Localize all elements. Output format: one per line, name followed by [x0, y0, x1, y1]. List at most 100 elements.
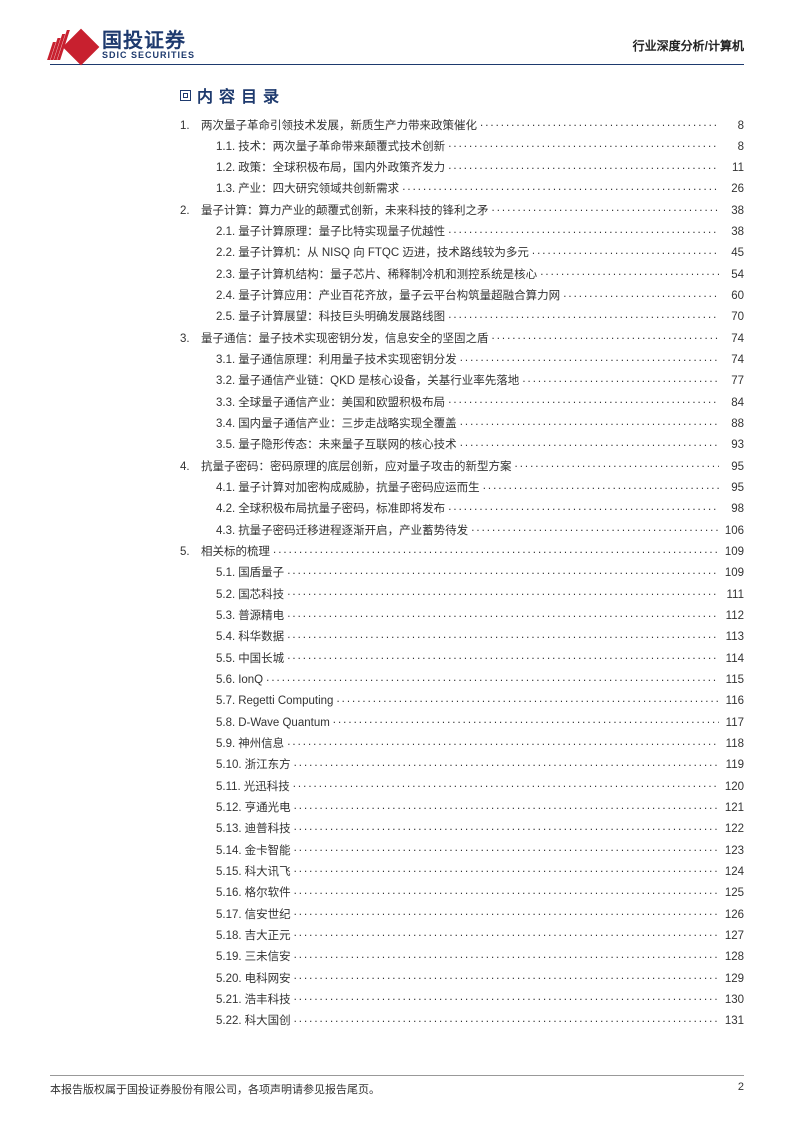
toc-leader-dots — [287, 629, 719, 641]
toc-entry-page: 98 — [722, 503, 744, 516]
toc-entry-page: 54 — [722, 269, 744, 282]
toc-entry[interactable]: 5.17.信安世纪126 — [216, 906, 744, 921]
toc-entry[interactable]: 5.1.国盾量子109 — [216, 565, 744, 580]
toc-entry-text: 光迅科技 — [244, 781, 290, 794]
toc-leader-dots — [294, 991, 719, 1003]
toc-entry[interactable]: 5.2.国芯科技111 — [216, 586, 744, 601]
toc-entry-number: 5.17. — [216, 909, 242, 922]
toc-entry-number: 1.2. — [216, 162, 235, 175]
toc-entry[interactable]: 5.21.浩丰科技 130 — [216, 991, 744, 1006]
toc-entry[interactable]: 4.抗量子密码：密码原理的底层创新，应对量子攻击的新型方案95 — [180, 458, 744, 473]
toc-entry-text: 量子计算原理：量子比特实现量子优越性 — [238, 226, 445, 239]
toc-entry[interactable]: 1.3.产业：四大研究领域共创新需求26 — [216, 181, 744, 196]
toc-leader-dots — [448, 309, 719, 321]
toc-entry[interactable]: 5.11.光迅科技120 — [216, 778, 744, 793]
toc-entry[interactable]: 5.4.科华数据113 — [216, 629, 744, 644]
toc-entry-text: 政策：全球积极布局，国内外政策齐发力 — [238, 162, 445, 175]
toc-entry[interactable]: 5.13.迪普科技122 — [216, 821, 744, 836]
toc-entry[interactable]: 5.18.吉大正元127 — [216, 927, 744, 942]
toc-entry-text: 量子计算展望：科技巨头明确发展路线图 — [238, 311, 445, 324]
toc-entry-number: 5.19. — [216, 951, 242, 964]
toc-entry-page: 123 — [722, 845, 744, 858]
toc-entry[interactable]: 2.3.量子计算机结构：量子芯片、稀释制冷机和测控系统是核心54 — [216, 266, 744, 281]
toc-entry[interactable]: 2.4.量子计算应用：产业百花齐放，量子云平台构筑量超融合算力网60 — [216, 288, 744, 303]
toc-leader-dots — [336, 693, 719, 705]
toc-entry[interactable]: 3.3.全球量子通信产业：美国和欧盟积极布局84 — [216, 394, 744, 409]
toc-leader-dots — [402, 181, 719, 193]
toc-entry-text: 迪普科技 — [245, 823, 291, 836]
toc-leader-dots — [460, 416, 719, 428]
toc-leader-dots — [448, 501, 719, 513]
toc-entry[interactable]: 5.16.格尔软件125 — [216, 885, 744, 900]
toc-leader-dots — [287, 586, 719, 598]
toc-leader-dots — [266, 672, 719, 684]
toc-entry-page: 93 — [722, 439, 744, 452]
toc-entry[interactable]: 5.8.D-Wave Quantum117 — [216, 714, 744, 729]
toc-entry[interactable]: 5.5.中国长城114 — [216, 650, 744, 665]
toc-leader-dots — [294, 885, 719, 897]
toc-entry[interactable]: 5.6.IonQ115 — [216, 672, 744, 687]
toc-entry[interactable]: 2.5.量子计算展望：科技巨头明确发展路线图70 — [216, 309, 744, 324]
toc-entry-text: 抗量子密码：密码原理的底层创新，应对量子攻击的新型方案 — [201, 461, 512, 474]
toc-entry[interactable]: 3.4.国内量子通信产业：三步走战略实现全覆盖88 — [216, 416, 744, 431]
logo-text: 国投证券 SDIC SECURITIES — [102, 31, 195, 60]
toc-leader-dots — [483, 480, 719, 492]
toc-entry[interactable]: 5.3.普源精电112 — [216, 608, 744, 623]
toc-entry[interactable]: 1.2.政策：全球积极布局，国内外政策齐发力11 — [216, 160, 744, 175]
toc-entry[interactable]: 3.5.量子隐形传态：未来量子互联网的核心技术93 — [216, 437, 744, 452]
toc-leader-dots — [294, 757, 719, 769]
toc-entry[interactable]: 5.15.科大讯飞124 — [216, 863, 744, 878]
toc-entry-page: 112 — [722, 610, 744, 623]
toc-entry[interactable]: 5.14.金卡智能123 — [216, 842, 744, 857]
toc-entry[interactable]: 5.10.浙江东方119 — [216, 757, 744, 772]
toc-entry[interactable]: 2.量子计算：算力产业的颠覆式创新，未来科技的锋利之矛38 — [180, 202, 744, 217]
toc-entry-number: 5.22. — [216, 1015, 242, 1028]
toc-entry-number: 2.1. — [216, 226, 235, 239]
toc-entry-text: D-Wave Quantum — [238, 717, 330, 730]
toc-entry-number: 2. — [180, 205, 198, 218]
toc-entry-page: 117 — [722, 717, 744, 730]
toc-entry-number: 2.3. — [216, 269, 235, 282]
company-logo: 国投证券 SDIC SECURITIES — [50, 30, 195, 60]
toc-entry-number: 5.21. — [216, 994, 242, 1007]
toc-entry-page: 113 — [722, 631, 744, 644]
toc-entry[interactable]: 5.7.Regetti Computing116 — [216, 693, 744, 708]
toc-entry-text: 相关标的梳理 — [201, 546, 270, 559]
toc-entry[interactable]: 3.2.量子通信产业链：QKD 是核心设备，关基行业率先落地77 — [216, 373, 744, 388]
toc-entry-page: 88 — [722, 418, 744, 431]
toc-entry-page: 95 — [722, 482, 744, 495]
toc-entry[interactable]: 2.1.量子计算原理：量子比特实现量子优越性38 — [216, 224, 744, 239]
toc-entry[interactable]: 3.1.量子通信原理：利用量子技术实现密钥分发74 — [216, 352, 744, 367]
toc-entry[interactable]: 1.两次量子革命引领技术发展，新质生产力带来政策催化8 — [180, 117, 744, 132]
toc-entry-page: 128 — [722, 951, 744, 964]
toc-title-text: 内容目录 — [197, 83, 285, 107]
toc-entry[interactable]: 5.12.亨通光电121 — [216, 800, 744, 815]
toc-entry[interactable]: 4.2.全球积极布局抗量子密码，标准即将发布98 — [216, 501, 744, 516]
toc-entry-page: 74 — [722, 333, 744, 346]
toc-entry-number: 5.4. — [216, 631, 235, 644]
toc-entry-number: 2.2. — [216, 247, 235, 260]
toc-entry-page: 111 — [722, 589, 744, 602]
toc-entry[interactable]: 5.19.三未信安128 — [216, 949, 744, 964]
toc-entry[interactable]: 5.9.神州信息118 — [216, 736, 744, 751]
toc-entry-text: IonQ — [238, 674, 263, 687]
toc-entry[interactable]: 4.3.抗量子密码迁移进程逐渐开启，产业蓄势待发106 — [216, 522, 744, 537]
toc-entry-text: 量子计算应用：产业百花齐放，量子云平台构筑量超融合算力网 — [238, 290, 560, 303]
toc-entry[interactable]: 3.量子通信：量子技术实现密钥分发，信息安全的坚固之盾74 — [180, 330, 744, 345]
toc-entry[interactable]: 4.1.量子计算对加密构成威胁，抗量子密码应运而生95 — [216, 480, 744, 495]
toc-entry-number: 4.3. — [216, 525, 235, 538]
toc-entry-page: 130 — [722, 994, 744, 1007]
toc-entry[interactable]: 5.20.电科网安129 — [216, 970, 744, 985]
toc-entry-number: 4. — [180, 461, 198, 474]
toc-entry-text: 浩丰科技 — [245, 994, 291, 1007]
toc-entry[interactable]: 2.2.量子计算机：从 NISQ 向 FTQC 迈进，技术路线较为多元45 — [216, 245, 744, 260]
toc-entry-page: 126 — [722, 909, 744, 922]
toc-entry-text: 神州信息 — [238, 738, 284, 751]
logo-en: SDIC SECURITIES — [102, 51, 195, 60]
toc-entry-text: 吉大正元 — [245, 930, 291, 943]
footer: 本报告版权属于国投证券股份有限公司，各项声明请参见报告尾页。 2 — [50, 1075, 744, 1097]
toc-entry[interactable]: 5.相关标的梳理109 — [180, 544, 744, 559]
toc-entry[interactable]: 5.22.科大国创131 — [216, 1013, 744, 1028]
toc-entry-text: 量子通信：量子技术实现密钥分发，信息安全的坚固之盾 — [201, 333, 489, 346]
toc-entry[interactable]: 1.1.技术：两次量子革命带来颠覆式技术创新8 — [216, 138, 744, 153]
